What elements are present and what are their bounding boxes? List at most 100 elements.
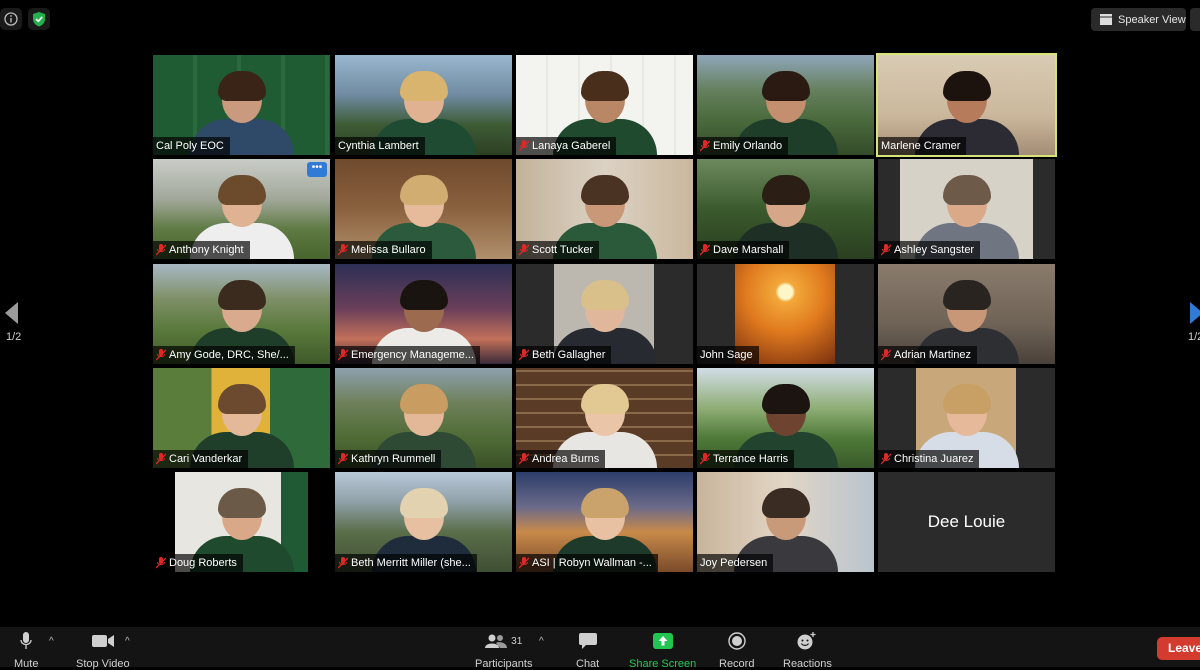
previous-page-arrow-icon[interactable] (5, 302, 18, 324)
participant-hair (217, 280, 266, 310)
participant-hair (761, 175, 810, 205)
video-tile-christina-juarez[interactable]: Christina Juarez (878, 368, 1055, 468)
mic-off-icon (519, 140, 529, 152)
participant-name-text: Scott Tucker (532, 244, 594, 256)
participant-head (942, 175, 991, 227)
participant-head (942, 280, 991, 332)
participant-hair (217, 71, 266, 101)
chat-button[interactable]: Chat (576, 630, 599, 670)
participant-name-text: Kathryn Rummell (351, 453, 436, 465)
participant-head (942, 71, 991, 123)
mute-label: Mute (14, 658, 39, 670)
toolbar-icon-wrapper (797, 630, 817, 652)
video-tile-john-sage[interactable]: John Sage (697, 264, 874, 364)
participant-head (399, 488, 448, 540)
page-indicator-right: 1/2 (1188, 331, 1200, 343)
video-tile-beth-gallagher[interactable]: Beth Gallagher (516, 264, 693, 364)
video-tile-adrian-martinez[interactable]: Adrian Martinez (878, 264, 1055, 364)
video-tile-emily-orlando[interactable]: Emily Orlando (697, 55, 874, 155)
mic-off-icon (881, 453, 891, 465)
mic-off-icon (519, 244, 529, 256)
leave-button[interactable]: Leave (1157, 637, 1200, 660)
more-options-button[interactable]: ••• (307, 162, 327, 177)
participant-name-text: Christina Juarez (894, 453, 974, 465)
participants-options-chevron-icon[interactable]: ^ (539, 636, 544, 647)
video-tile-dave-marshall[interactable]: Dave Marshall (697, 159, 874, 259)
stop-video-button[interactable]: Stop Video (76, 630, 130, 670)
participant-name-text: Cynthia Lambert (338, 140, 419, 152)
mic-off-icon (156, 349, 166, 361)
participant-head (580, 384, 629, 436)
video-tile-melissa-bullaro[interactable]: Melissa Bullaro (335, 159, 512, 259)
video-tile-emergency-management[interactable]: Emergency Manageme... (335, 264, 512, 364)
video-tile-beth-merritt-miller[interactable]: Beth Merritt Miller (she... (335, 472, 512, 572)
participant-hair (399, 175, 448, 205)
participant-head (399, 384, 448, 436)
participant-hair (761, 488, 810, 518)
participant-head (580, 488, 629, 540)
participant-name-text: ASI | Robyn Wallman -... (532, 557, 652, 569)
participant-name-label: Kathryn Rummell (335, 450, 442, 468)
participant-head (761, 71, 810, 123)
chat-icon (578, 633, 597, 649)
mic-off-icon (700, 453, 710, 465)
mic-off-icon (519, 349, 529, 361)
participant-name-label: Lanaya Gaberel (516, 137, 617, 155)
participant-head (399, 71, 448, 123)
participant-name-label: Anthony Knight (153, 241, 250, 259)
video-tile-kathryn-rummell[interactable]: Kathryn Rummell (335, 368, 512, 468)
next-page-arrow-icon[interactable] (1190, 302, 1200, 324)
participant-name-label: Adrian Martinez (878, 346, 978, 364)
participant-name-text: Amy Gode, DRC, She/... (169, 349, 289, 361)
participant-hair (399, 384, 448, 414)
video-tile-doug-roberts[interactable]: Doug Roberts (153, 472, 330, 572)
participant-hair (761, 384, 810, 414)
video-tile-robyn-wallman[interactable]: ASI | Robyn Wallman -... (516, 472, 693, 572)
reactions-button[interactable]: Reactions (783, 630, 832, 670)
participant-name-text: Marlene Cramer (881, 140, 961, 152)
video-tile-joy-pedersen[interactable]: Joy Pedersen (697, 472, 874, 572)
speaker-view-button[interactable]: Speaker View (1091, 8, 1186, 31)
video-options-chevron-icon[interactable]: ^ (125, 636, 130, 647)
video-tile-anthony-knight[interactable]: ••• Anthony Knight (153, 159, 330, 259)
share-screen-icon (652, 633, 673, 649)
video-tile-dee-louie[interactable]: Dee Louie (878, 472, 1055, 572)
participant-hair (399, 71, 448, 101)
video-tile-ashley-sangster[interactable]: Ashley Sangster (878, 159, 1055, 259)
participant-name-label: Melissa Bullaro (335, 241, 432, 259)
mic-off-icon (338, 349, 348, 361)
video-tile-cal-poly-eoc[interactable]: Cal Poly EOC (153, 55, 330, 155)
participant-head (399, 175, 448, 227)
info-icon[interactable] (0, 8, 22, 30)
participant-head (761, 488, 810, 540)
record-button[interactable]: Record (719, 630, 754, 670)
participant-head (217, 71, 266, 123)
participant-name-text: Adrian Martinez (894, 349, 972, 361)
mute-button[interactable]: Mute (14, 630, 38, 670)
share-screen-button[interactable]: Share Screen (629, 630, 696, 670)
video-tile-terrance-harris[interactable]: Terrance Harris (697, 368, 874, 468)
stop-video-label: Stop Video (76, 658, 130, 670)
video-tile-andrea-burns[interactable]: Andrea Burns (516, 368, 693, 468)
audio-options-chevron-icon[interactable]: ^ (49, 636, 54, 647)
participant-name-text: Andrea Burns (532, 453, 600, 465)
participant-head (580, 280, 629, 332)
video-tile-cari-vanderkar[interactable]: Cari Vanderkar (153, 368, 330, 468)
video-tile-cynthia-lambert[interactable]: Cynthia Lambert (335, 55, 512, 155)
participant-name-text: Beth Gallagher (532, 349, 606, 361)
participant-name-text: Cal Poly EOC (156, 140, 224, 152)
participant-name-text: Ashley Sangster (894, 244, 975, 256)
video-tile-marlene-cramer[interactable]: Marlene Cramer (876, 53, 1057, 157)
participant-hair (942, 71, 991, 101)
video-tile-amy-gode[interactable]: Amy Gode, DRC, She/... (153, 264, 330, 364)
record-icon (728, 632, 746, 650)
participant-name-text: Doug Roberts (169, 557, 237, 569)
encryption-shield-icon[interactable] (28, 8, 50, 30)
participant-head (217, 175, 266, 227)
participants-button[interactable]: 31 Participants (475, 630, 532, 670)
video-tile-scott-tucker[interactable]: Scott Tucker (516, 159, 693, 259)
fullscreen-button[interactable] (1190, 8, 1200, 31)
speaker-view-label: Speaker View (1118, 13, 1186, 26)
video-tile-lanaya-gaberel[interactable]: Lanaya Gaberel (516, 55, 693, 155)
participant-name-text: Joy Pedersen (700, 557, 768, 569)
